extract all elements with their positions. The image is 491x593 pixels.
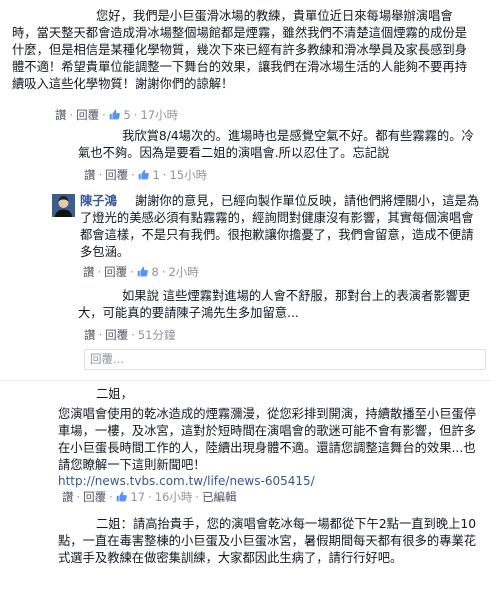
- reply-input[interactable]: 回覆...: [84, 349, 486, 370]
- divider: [0, 380, 491, 381]
- reply-link[interactable]: 回覆: [76, 108, 99, 122]
- thumbs-up-icon: [116, 491, 127, 507]
- like-count: 5: [123, 108, 131, 122]
- comment-2-actions: 讚 · 回覆 · 1 · 15小時: [84, 168, 491, 185]
- reply-link[interactable]: 回覆: [105, 168, 128, 182]
- comment-1-actions: 讚 · 回覆 · 5 · 17小時: [55, 108, 491, 125]
- comment-2-text: 我欣賞8/4場次的。進場時也是感覺空氣不好。都有些霧霧的。冷氣也不夠。因為是要看…: [78, 129, 474, 160]
- reply-chen-text: 謝謝你的意見，已經向製作單位反映，請他們將煙關小，這是為了燈光的美感必須有點霧霧…: [80, 194, 480, 259]
- like-link[interactable]: 讚: [84, 328, 96, 342]
- reply-link[interactable]: 回覆: [104, 265, 127, 279]
- reply-2-actions: 讚 · 回覆 · 51分鐘: [84, 328, 176, 342]
- reply-link[interactable]: 回覆: [105, 328, 128, 342]
- timestamp[interactable]: 51分鐘: [138, 328, 176, 342]
- thumbs-up-icon: [137, 266, 148, 282]
- avatar[interactable]: [52, 194, 75, 217]
- timestamp[interactable]: 15小時: [169, 168, 207, 182]
- reply-placeholder: 回覆...: [90, 352, 124, 366]
- author-name[interactable]: 陳子鴻: [80, 194, 117, 208]
- timestamp[interactable]: 2小時: [168, 265, 198, 279]
- like-count: 17: [130, 490, 146, 504]
- timestamp[interactable]: 17小時: [140, 108, 178, 122]
- like-link[interactable]: 讚: [84, 168, 96, 182]
- comment-4-text: 二姐：請高抬貴手，您的演唱會乾冰每一場都從下午2點一直到晚上10點，一直在毒害整…: [58, 517, 477, 565]
- edited-link[interactable]: 已編輯: [202, 490, 237, 504]
- reply-chen-body: 陳子鴻 謝謝你的意見，已經向製作單位反映，請他們將煙關小，這是為了燈光的美感必須…: [80, 193, 480, 261]
- reply-chen-actions: 讚 · 回覆 · 8 · 2小時: [83, 265, 491, 282]
- comment-1-text: 您好，我們是小巨蛋滑冰場的教練，貴單位近日來每場舉辦演唱會時，當天整天都會造成滑…: [12, 9, 467, 91]
- like-link[interactable]: 讚: [83, 265, 95, 279]
- reply-link[interactable]: 回覆: [83, 490, 106, 504]
- news-link[interactable]: http://news.tvbs.com.tw/life/news-605415…: [58, 473, 315, 490]
- like-link[interactable]: 讚: [62, 490, 74, 504]
- timestamp[interactable]: 16小時: [155, 490, 193, 504]
- like-count: 8: [151, 265, 159, 279]
- reply-2-text: 如果說 這些煙霧對進場的人會不舒服，那對台上的表演者影響更大，可能真的要請陳子鴻…: [78, 289, 471, 320]
- thumbs-up-icon: [138, 169, 149, 185]
- comment-3-text: 您演唱會使用的乾冰造成的煙霧瀰漫，從您彩排到開演，持續散播至小巨蛋停車場，一樓，…: [58, 407, 477, 472]
- thumbs-up-icon: [109, 109, 120, 125]
- avatar-image: [52, 194, 75, 217]
- like-count: 1: [152, 168, 160, 182]
- comment-3-actions: 讚 · 回覆 · 17 · 16小時 · 已編輯: [62, 490, 491, 507]
- like-link[interactable]: 讚: [55, 108, 67, 122]
- comment-3-greeting: 二姐，: [96, 387, 133, 401]
